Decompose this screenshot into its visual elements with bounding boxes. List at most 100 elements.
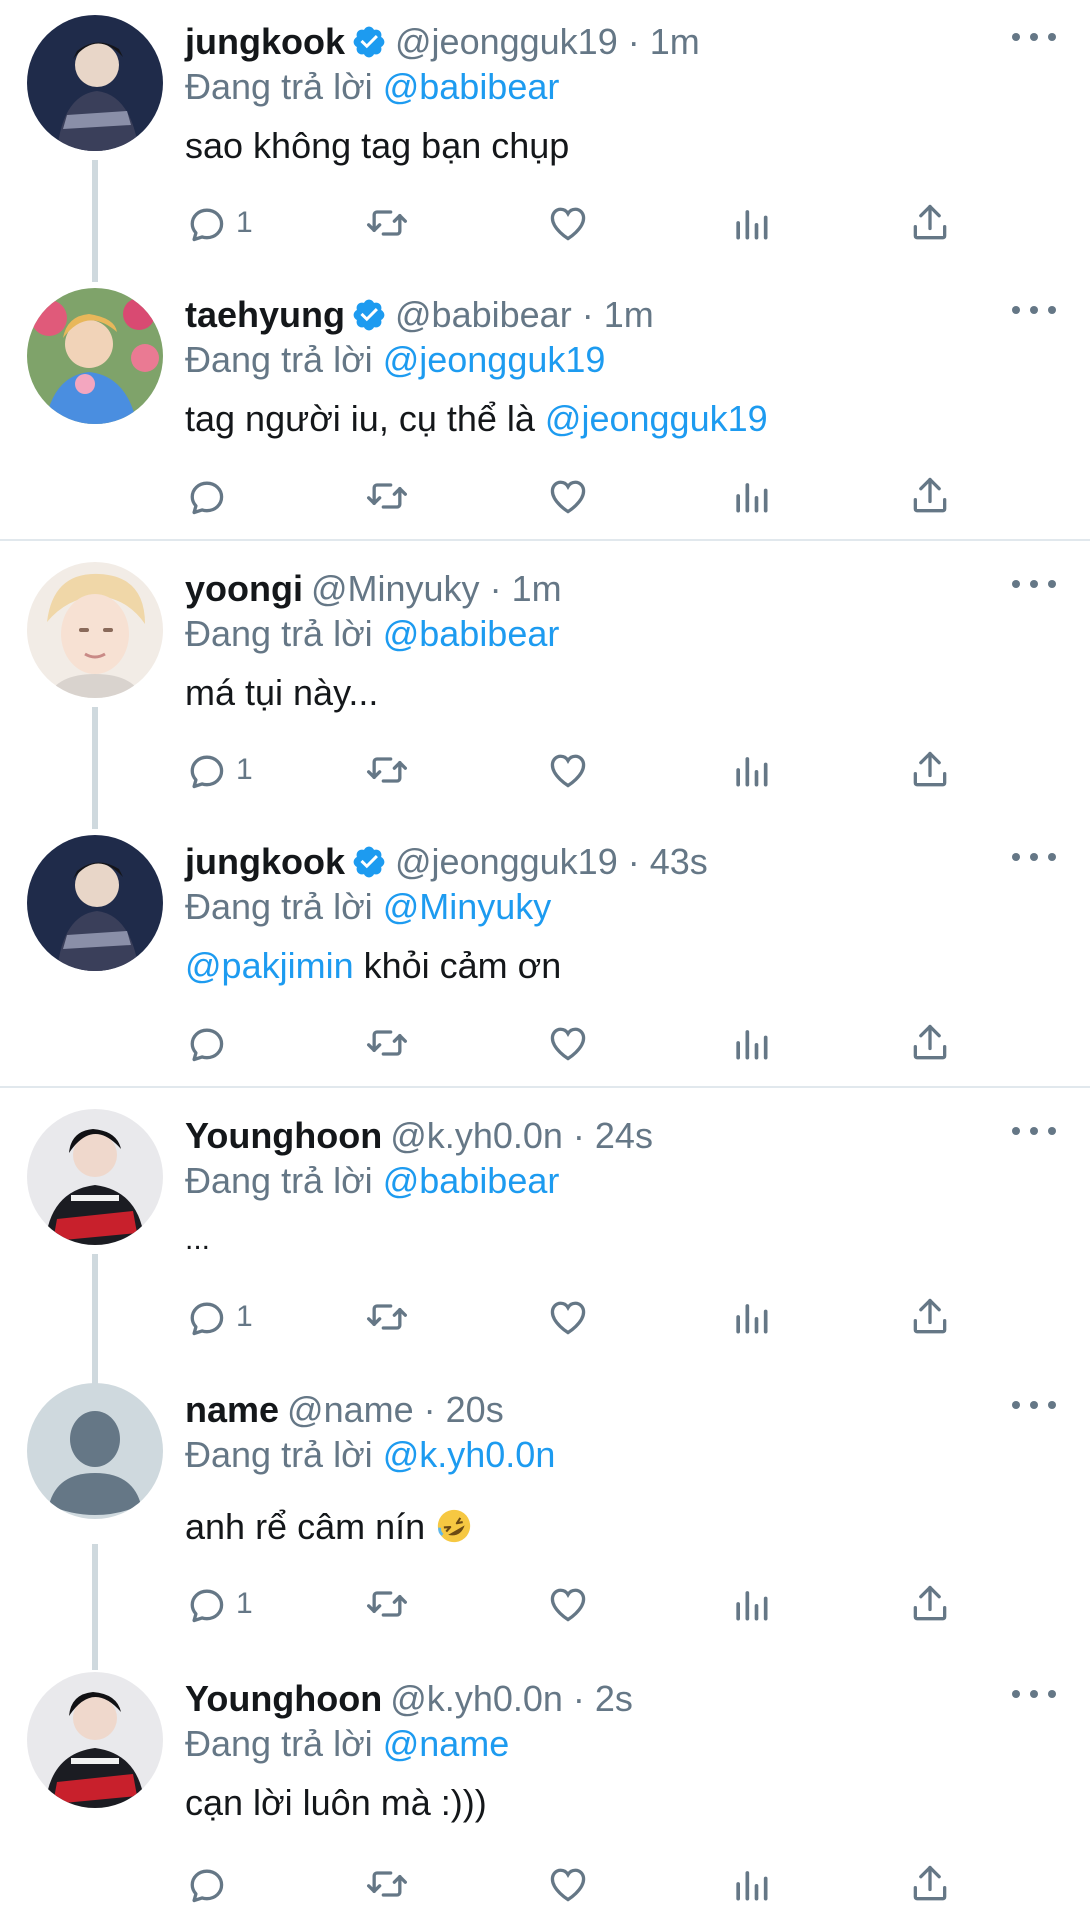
handle[interactable]: @name xyxy=(287,1389,414,1430)
display-name[interactable]: Younghoon xyxy=(185,1678,382,1719)
mention-link[interactable]: @jeongguk19 xyxy=(383,339,606,380)
reply-button[interactable] xyxy=(184,468,236,524)
more-icon[interactable] xyxy=(1012,295,1056,325)
handle[interactable]: @Minyuky xyxy=(311,568,480,609)
retweet-button[interactable] xyxy=(365,742,409,798)
tweet[interactable]: name @name · 20s Đang trả lời @k.yh0.0n a… xyxy=(0,1368,1090,1670)
tweet-text-part: khỏi cảm ơn xyxy=(353,945,562,986)
handle[interactable]: @k.yh0.0n xyxy=(390,1115,563,1156)
like-button[interactable] xyxy=(546,1015,590,1071)
reply-button[interactable] xyxy=(184,1015,236,1071)
more-icon[interactable] xyxy=(1012,1679,1056,1709)
timestamp[interactable]: 1m xyxy=(650,21,700,62)
display-name[interactable]: jungkook xyxy=(185,841,345,882)
avatar[interactable] xyxy=(27,562,163,698)
tweet-text: ... xyxy=(185,1218,210,1262)
like-icon xyxy=(550,207,586,241)
timestamp[interactable]: 43s xyxy=(650,841,708,882)
share-button[interactable] xyxy=(908,195,952,251)
stats-button[interactable] xyxy=(729,1015,773,1071)
stats-button[interactable] xyxy=(729,1576,773,1632)
retweet-button[interactable] xyxy=(365,1856,409,1912)
reply-button[interactable]: 1 xyxy=(184,1289,253,1345)
stats-button[interactable] xyxy=(729,468,773,524)
timestamp[interactable]: 2s xyxy=(595,1678,633,1719)
mention-link[interactable]: @Minyuky xyxy=(383,886,552,927)
display-name[interactable]: taehyung xyxy=(185,294,345,335)
retweet-button[interactable] xyxy=(365,468,409,524)
handle[interactable]: @jeongguk19 xyxy=(395,841,618,882)
stats-button[interactable] xyxy=(729,195,773,251)
timestamp[interactable]: 1m xyxy=(604,294,654,335)
tweet[interactable]: Younghoon @k.yh0.0n · 24s Đang trả lời @b… xyxy=(0,1094,1090,1384)
reply-button[interactable] xyxy=(184,1856,236,1912)
share-icon xyxy=(913,477,947,513)
handle[interactable]: @k.yh0.0n xyxy=(390,1678,563,1719)
mention-link[interactable]: @babibear xyxy=(383,1160,560,1201)
more-icon[interactable] xyxy=(1012,569,1056,599)
display-name[interactable]: yoongi xyxy=(185,568,303,609)
more-icon[interactable] xyxy=(1012,22,1056,52)
share-button[interactable] xyxy=(908,468,952,524)
timestamp[interactable]: 24s xyxy=(595,1115,653,1156)
like-button[interactable] xyxy=(546,742,590,798)
retweet-icon xyxy=(367,1871,407,1897)
display-name[interactable]: Younghoon xyxy=(185,1115,382,1156)
share-button[interactable] xyxy=(908,1289,952,1345)
like-button[interactable] xyxy=(546,1576,590,1632)
stats-button[interactable] xyxy=(729,742,773,798)
like-button[interactable] xyxy=(546,1289,590,1345)
display-name[interactable]: jungkook xyxy=(185,21,345,62)
display-name[interactable]: name xyxy=(185,1389,279,1430)
mention-link[interactable]: @babibear xyxy=(383,613,560,654)
share-button[interactable] xyxy=(908,742,952,798)
like-button[interactable] xyxy=(546,468,590,524)
mention-link[interactable]: @babibear xyxy=(383,66,560,107)
tweet-text: tag người iu, cụ thể là @jeongguk19 xyxy=(185,397,768,441)
tweet[interactable]: jungkook @jeongguk19 · 43s Đang trả lời @… xyxy=(0,820,1090,1085)
retweet-button[interactable] xyxy=(365,1289,409,1345)
tweet-text: anh rể câm nín xyxy=(185,1505,473,1549)
avatar[interactable] xyxy=(27,835,163,971)
reply-button[interactable]: 1 xyxy=(184,1576,253,1632)
reply-button[interactable]: 1 xyxy=(184,742,253,798)
tweet-header: taehyung @babibear · 1m xyxy=(185,294,654,335)
timestamp[interactable]: 20s xyxy=(446,1389,504,1430)
avatar[interactable] xyxy=(27,1672,163,1808)
share-button[interactable] xyxy=(908,1856,952,1912)
retweet-button[interactable] xyxy=(365,195,409,251)
stats-button[interactable] xyxy=(729,1856,773,1912)
share-icon xyxy=(913,1024,947,1060)
tweet[interactable]: Younghoon @k.yh0.0n · 2s Đang trả lời @na… xyxy=(0,1657,1090,1920)
tweet[interactable]: jungkook @jeongguk19 · 1m Đang trả lời @b… xyxy=(0,0,1090,275)
tweet-header: jungkook @jeongguk19 · 43s xyxy=(185,841,708,882)
mention-link[interactable]: @pakjimin xyxy=(185,945,354,986)
avatar[interactable] xyxy=(27,288,163,424)
reply-button[interactable]: 1 xyxy=(184,195,253,251)
avatar[interactable] xyxy=(27,1109,163,1245)
mention-link[interactable]: @k.yh0.0n xyxy=(383,1434,556,1475)
tweet[interactable]: taehyung @babibear · 1m Đang trả lời @jeo… xyxy=(0,273,1090,538)
stats-button[interactable] xyxy=(729,1289,773,1345)
like-button[interactable] xyxy=(546,1856,590,1912)
mention-link[interactable]: @name xyxy=(383,1723,510,1764)
tweet[interactable]: yoongi @Minyuky · 1m Đang trả lời @babibe… xyxy=(0,547,1090,820)
reply-count: 1 xyxy=(236,753,253,786)
like-button[interactable] xyxy=(546,195,590,251)
share-button[interactable] xyxy=(908,1015,952,1071)
timestamp[interactable]: 1m xyxy=(512,568,562,609)
more-icon[interactable] xyxy=(1012,1390,1056,1420)
handle[interactable]: @babibear xyxy=(395,294,572,335)
tweet-text-part: anh rể câm nín xyxy=(185,1506,436,1547)
handle[interactable]: @jeongguk19 xyxy=(395,21,618,62)
retweet-button[interactable] xyxy=(365,1576,409,1632)
more-icon[interactable] xyxy=(1012,1116,1056,1146)
replying-to: Đang trả lời @jeongguk19 xyxy=(185,338,605,382)
share-button[interactable] xyxy=(908,1576,952,1632)
mention-link[interactable]: @jeongguk19 xyxy=(545,398,768,439)
retweet-button[interactable] xyxy=(365,1015,409,1071)
avatar[interactable] xyxy=(27,15,163,151)
more-icon[interactable] xyxy=(1012,842,1056,872)
thread-divider xyxy=(0,539,1090,541)
avatar[interactable] xyxy=(27,1383,163,1519)
